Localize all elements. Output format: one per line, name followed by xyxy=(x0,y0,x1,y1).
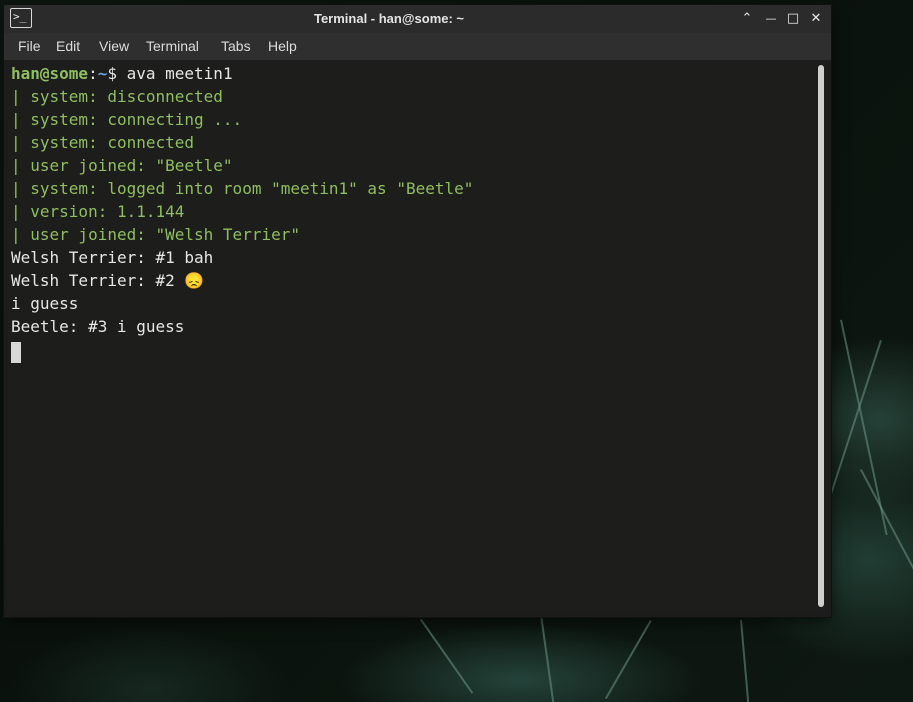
menu-tabs[interactable]: Tabs xyxy=(221,33,251,60)
menu-terminal[interactable]: Terminal xyxy=(146,33,199,60)
prompt-symbol: $ xyxy=(107,64,127,83)
menu-edit[interactable]: Edit xyxy=(56,33,80,60)
fern-decoration xyxy=(740,619,750,702)
system-line: | system: logged into room "meetin1" as … xyxy=(11,179,474,198)
title-bar[interactable]: >_ Terminal - han@some: ~ ⌃ — □ ✕ xyxy=(4,5,831,33)
chat-line: Welsh Terrier: #2 😞 xyxy=(11,271,205,290)
system-line: | version: 1.1.144 xyxy=(11,202,185,221)
chat-line: Welsh Terrier: #1 bah xyxy=(11,248,214,267)
minimize-icon[interactable]: — xyxy=(762,10,780,28)
chevron-up-icon[interactable]: ⌃ xyxy=(738,10,756,28)
prompt-user: han@some xyxy=(11,64,89,83)
chat-line: Beetle: #3 i guess xyxy=(11,317,185,336)
menu-file[interactable]: File xyxy=(18,33,41,60)
fern-decoration xyxy=(840,319,888,536)
window-title: Terminal - han@some: ~ xyxy=(313,11,465,26)
system-line: | user joined: "Welsh Terrier" xyxy=(11,225,300,244)
system-line: | user joined: "Beetle" xyxy=(11,156,233,175)
fern-decoration xyxy=(605,620,652,699)
fern-decoration xyxy=(540,614,556,702)
close-icon[interactable]: ✕ xyxy=(807,10,825,28)
terminal-output[interactable]: han@some:~$ ava meetin1 | system: discon… xyxy=(8,62,816,611)
terminal-window: >_ Terminal - han@some: ~ ⌃ — □ ✕ File E… xyxy=(4,5,831,617)
fern-decoration xyxy=(860,469,913,674)
prompt-path: ~ xyxy=(97,64,108,83)
title-container: Terminal - han@some: ~ xyxy=(274,5,504,33)
prompt-separator: : xyxy=(88,64,98,83)
menu-bar: File Edit View Terminal Tabs Help xyxy=(4,33,831,60)
scrollbar[interactable] xyxy=(816,62,827,611)
menu-view[interactable]: View xyxy=(99,33,129,60)
command-text: ava meetin1 xyxy=(126,64,233,83)
scrollbar-thumb[interactable] xyxy=(818,65,824,607)
system-line: | system: disconnected xyxy=(11,87,223,106)
text-cursor xyxy=(11,342,21,363)
terminal-icon[interactable]: >_ xyxy=(10,8,32,28)
maximize-icon[interactable]: □ xyxy=(784,10,802,28)
menu-help[interactable]: Help xyxy=(268,33,297,60)
fern-decoration xyxy=(420,618,474,694)
system-line: | system: connecting ... xyxy=(11,110,243,129)
system-line: | system: connected xyxy=(11,133,195,152)
prompt-line: han@some:~$ ava meetin1 xyxy=(11,62,233,85)
chat-line: i guess xyxy=(11,294,79,313)
